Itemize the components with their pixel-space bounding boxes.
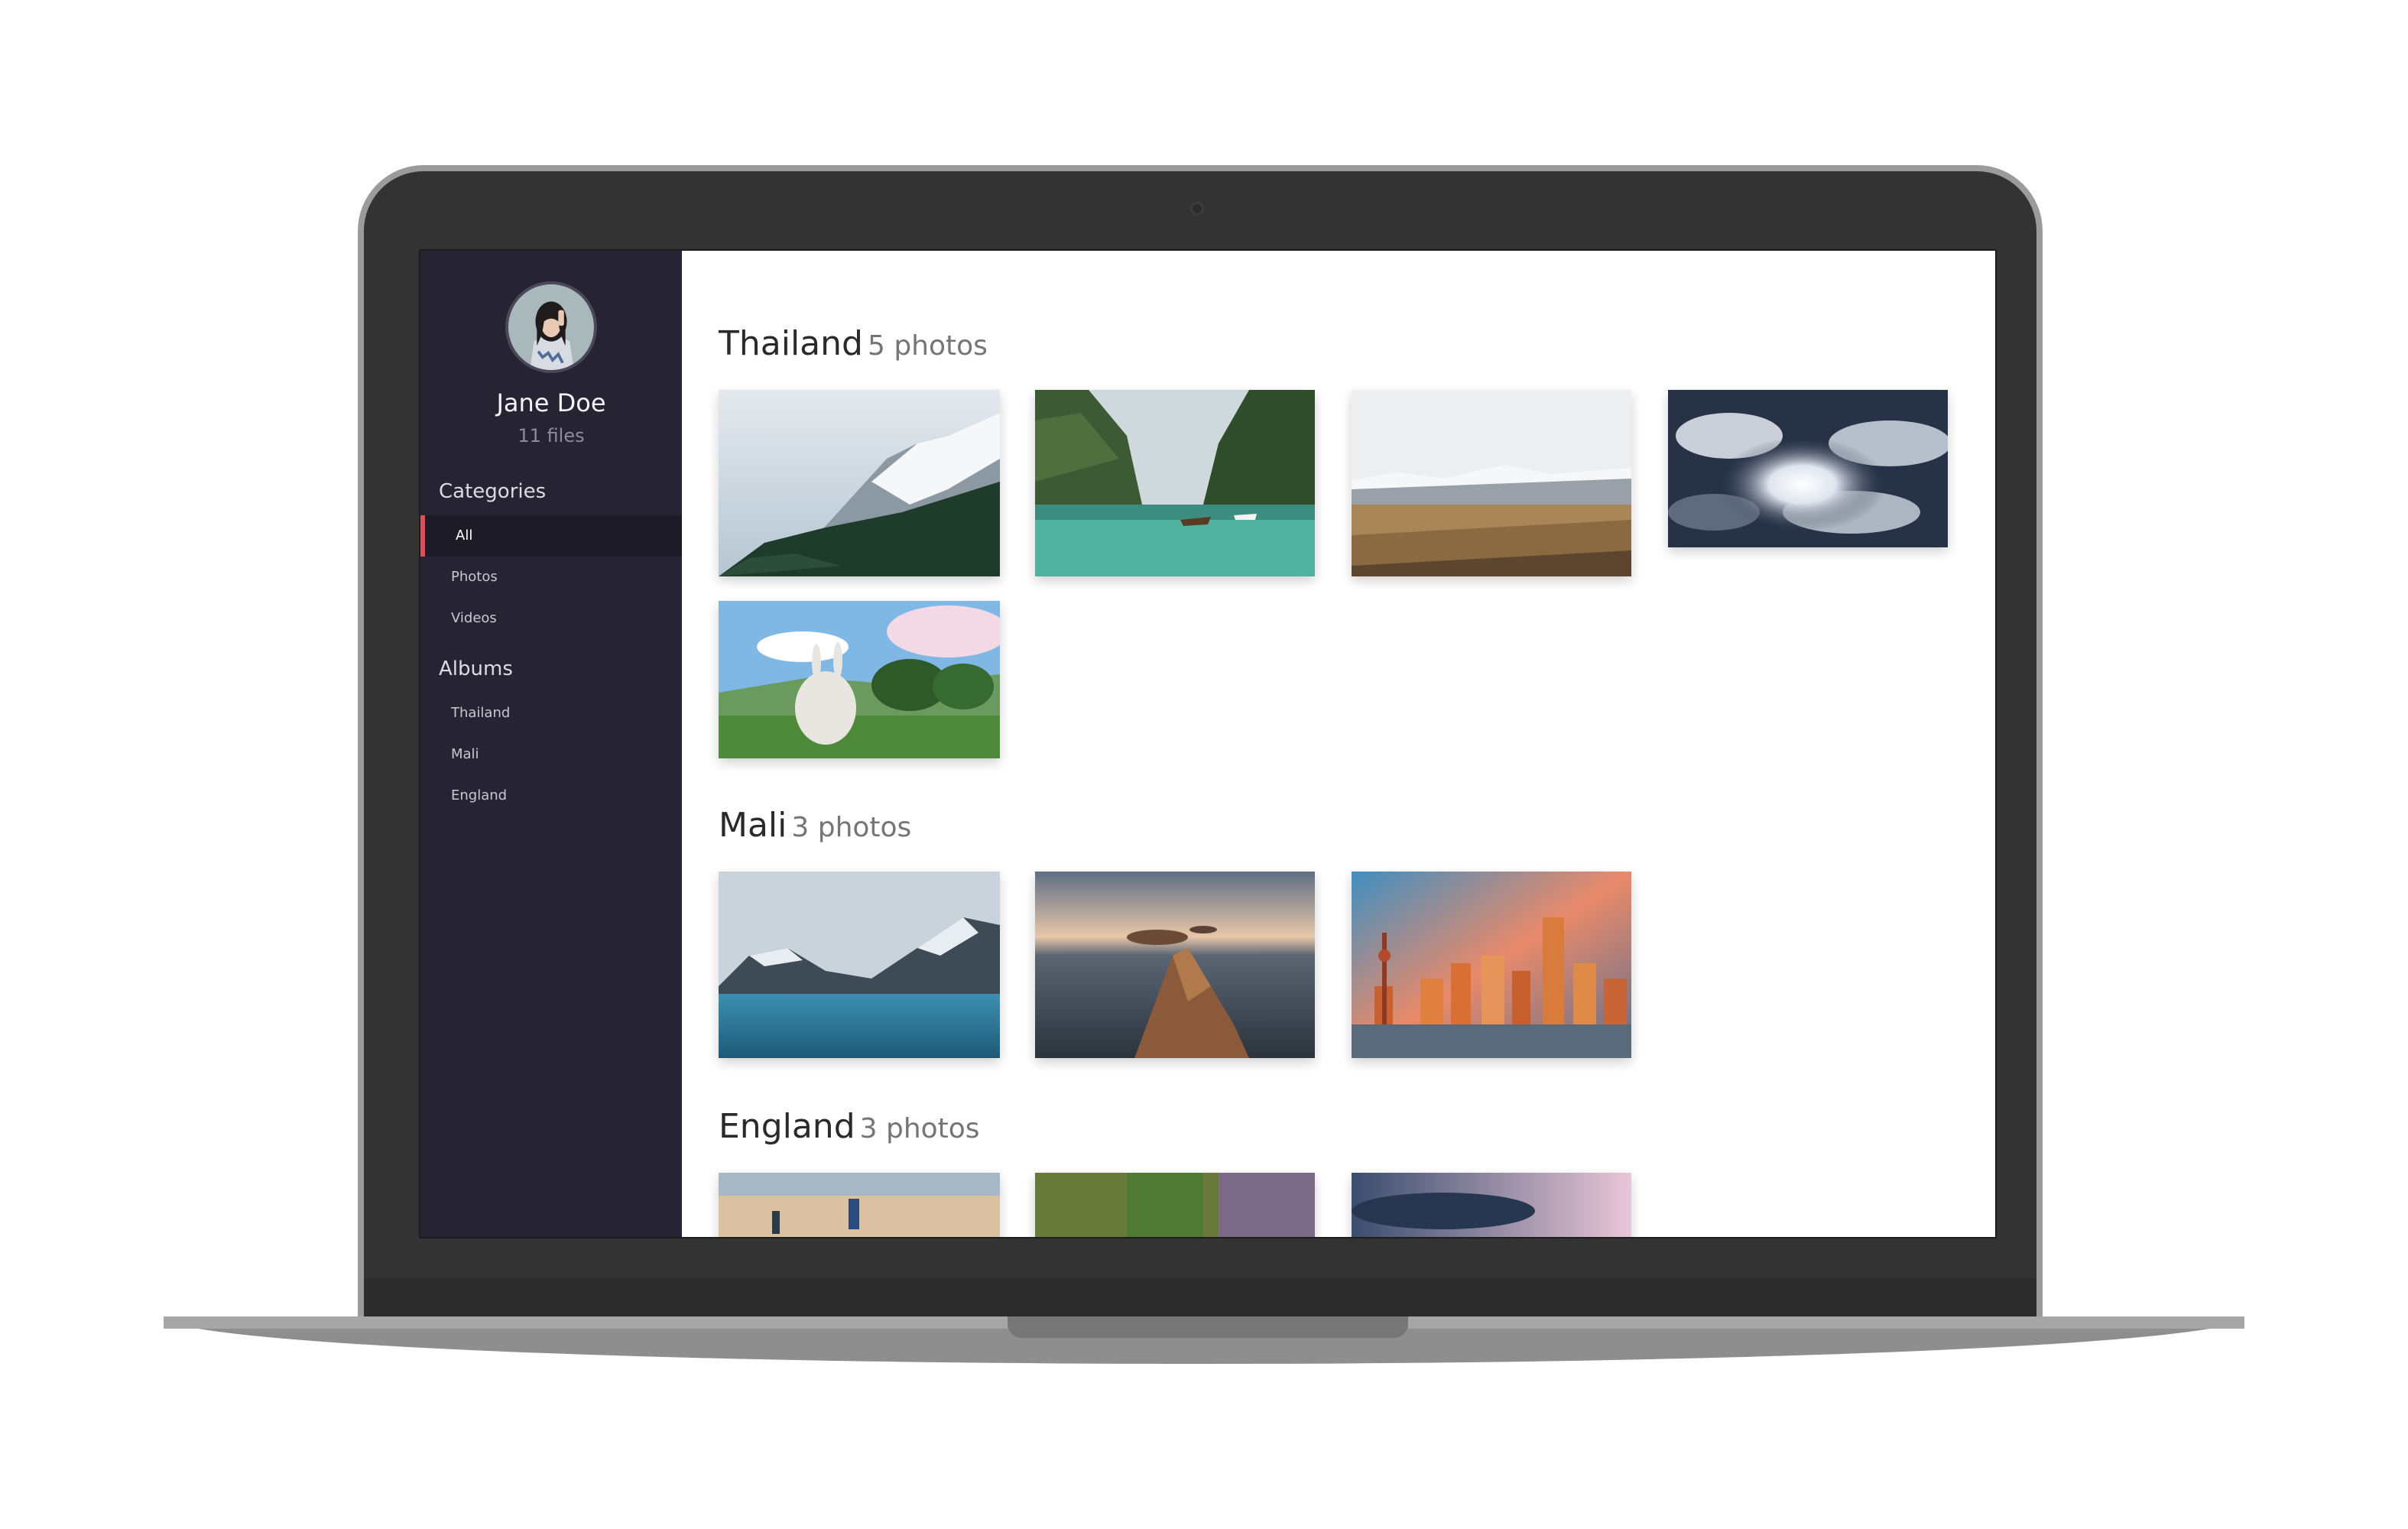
album-heading-mali: Mali 3 photos bbox=[719, 806, 911, 845]
photo-snowy-mountain-forest[interactable] bbox=[719, 390, 1000, 576]
user-file-count: 11 files bbox=[518, 425, 585, 446]
laptop-notch bbox=[1008, 1316, 1408, 1338]
album-photo-count: 5 photos bbox=[867, 330, 988, 362]
sidebar-item-mali[interactable]: Mali bbox=[420, 734, 682, 775]
album-heading-england: England 3 photos bbox=[719, 1107, 980, 1146]
album-title: England bbox=[719, 1107, 855, 1146]
sidebar-item-label: Photos bbox=[451, 569, 498, 585]
sidebar-item-label: Mali bbox=[451, 746, 479, 762]
photo-rocky-coast-aerial[interactable] bbox=[1035, 872, 1315, 1058]
app-screen: Jane Doe 11 files Categories All Photos … bbox=[419, 249, 1997, 1238]
sidebar-item-label: Thailand bbox=[451, 705, 511, 721]
sidebar-item-label: England bbox=[451, 787, 508, 803]
categories-heading: Categories bbox=[439, 480, 547, 503]
photo-cartoon-bunny-meadow[interactable] bbox=[719, 601, 1000, 758]
album-photo-count: 3 photos bbox=[791, 812, 912, 843]
photo-mountain-lake[interactable] bbox=[719, 872, 1000, 1058]
album-title: Mali bbox=[719, 806, 787, 845]
gallery: Thailand 5 photos Mali 3 photos England … bbox=[682, 251, 1995, 1237]
sidebar-item-videos[interactable]: Videos bbox=[420, 598, 682, 639]
photo-dusky-sky[interactable] bbox=[1352, 1173, 1631, 1237]
photo-foggy-landscape[interactable] bbox=[719, 1173, 1000, 1237]
sidebar-item-photos[interactable]: Photos bbox=[420, 557, 682, 598]
photo-green-purple-field[interactable] bbox=[1035, 1173, 1315, 1237]
photo-tropical-cove-boats[interactable] bbox=[1035, 390, 1315, 576]
photo-snowy-plains[interactable] bbox=[1352, 390, 1631, 576]
album-heading-thailand: Thailand 5 photos bbox=[719, 324, 988, 363]
album-photo-count: 3 photos bbox=[859, 1113, 980, 1144]
photo-city-skyline-sunset[interactable] bbox=[1352, 872, 1631, 1058]
photo-cloudy-sky-sun[interactable] bbox=[1668, 390, 1948, 547]
sidebar-item-england[interactable]: England bbox=[420, 775, 682, 816]
avatar[interactable] bbox=[505, 281, 597, 373]
sidebar-item-label: Videos bbox=[451, 610, 497, 626]
sidebar-item-thailand[interactable]: Thailand bbox=[420, 693, 682, 734]
avatar-portrait bbox=[508, 284, 594, 370]
album-title: Thailand bbox=[719, 324, 863, 363]
user-name: Jane Doe bbox=[496, 388, 606, 417]
camera-icon bbox=[1190, 202, 1204, 216]
albums-heading: Albums bbox=[439, 657, 513, 680]
sidebar: Jane Doe 11 files Categories All Photos … bbox=[420, 251, 682, 1237]
sidebar-item-label: All bbox=[456, 528, 473, 544]
sidebar-item-all[interactable]: All bbox=[420, 515, 682, 557]
